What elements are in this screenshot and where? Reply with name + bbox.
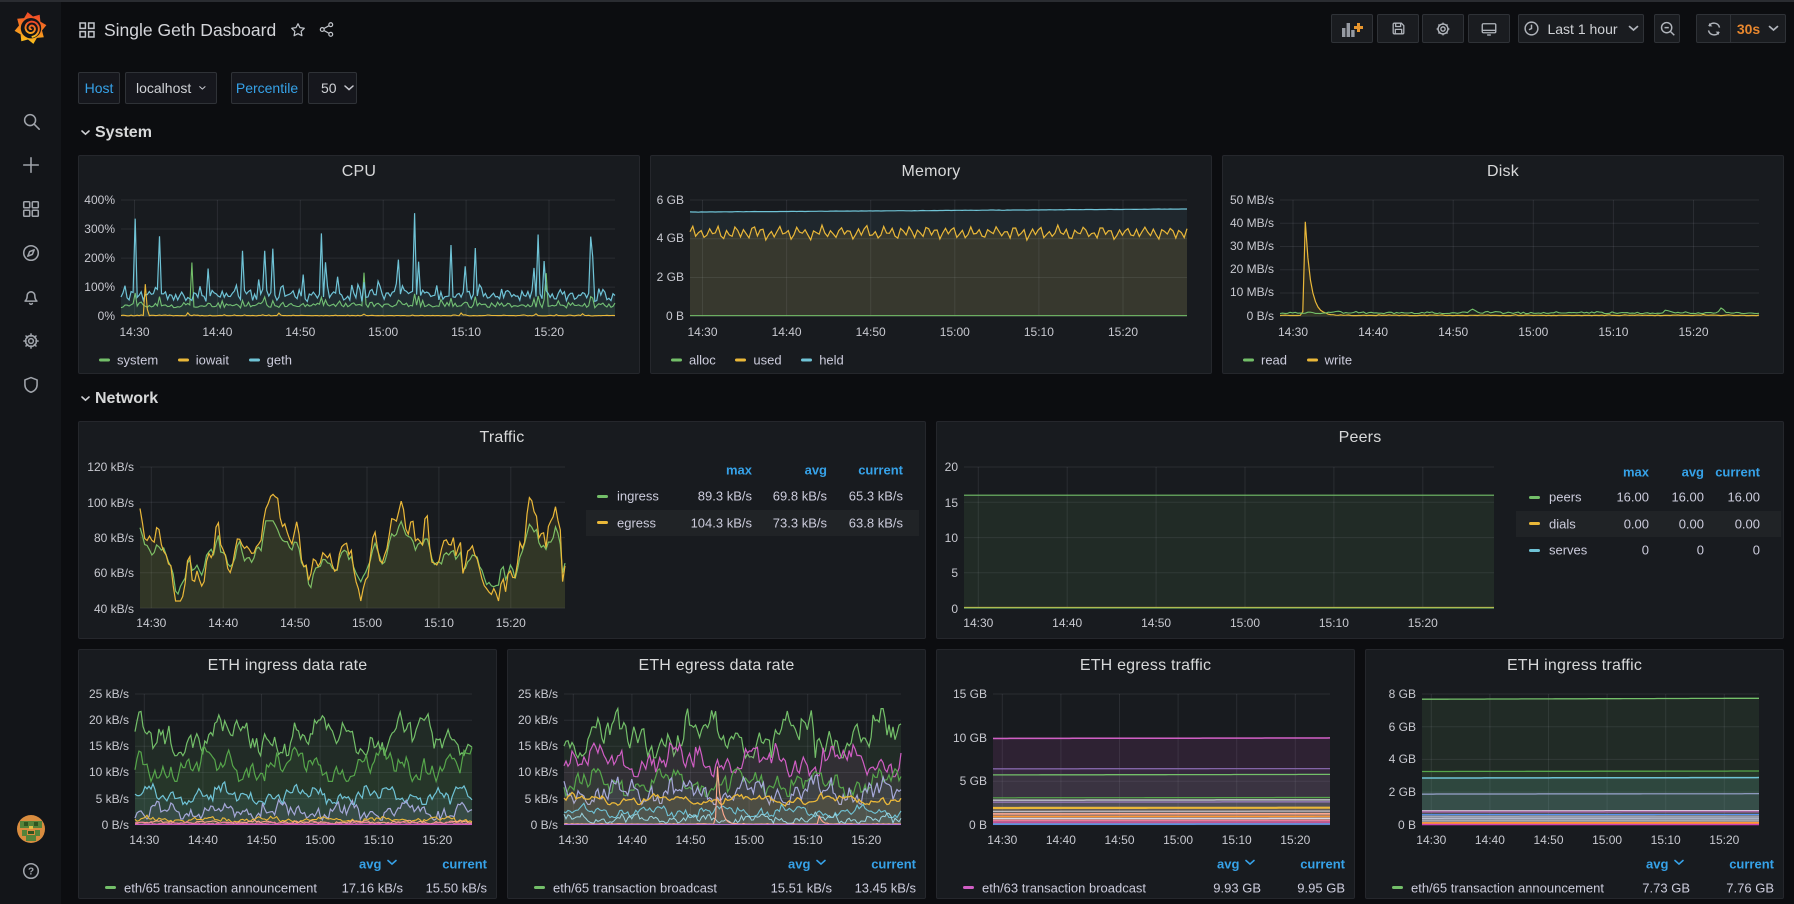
svg-text:?: ? — [28, 867, 34, 878]
